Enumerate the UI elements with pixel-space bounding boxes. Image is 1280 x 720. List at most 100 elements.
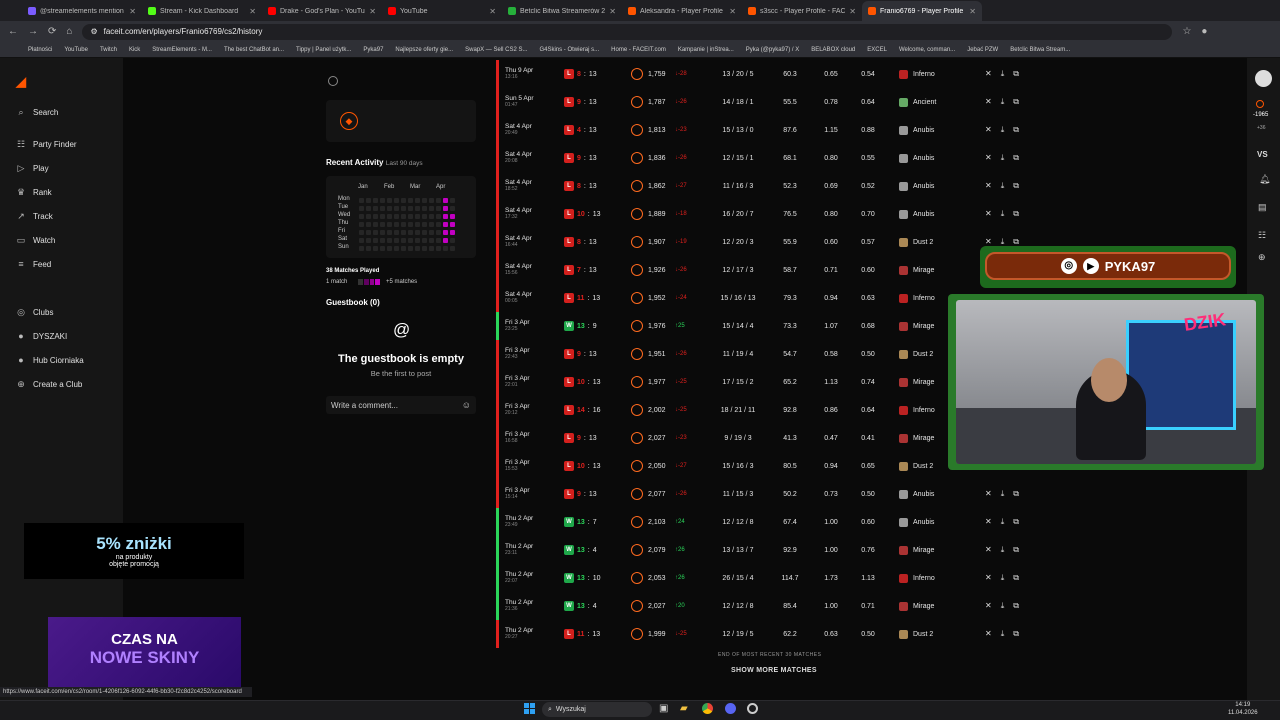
- browser-tab[interactable]: Franio6769 - Player Profile - FA ✕: [862, 1, 982, 21]
- chat-icon[interactable]: ▤: [1258, 202, 1267, 213]
- browser-tab[interactable]: Aleksandra - Player Profile - FA ✕: [622, 1, 742, 21]
- site-info-icon[interactable]: ⚙: [90, 27, 97, 36]
- table-row[interactable]: Sun 5 Apr 01:47 L 9:13 1,787 ↓-26 14 / 18 / 1 5…: [496, 88, 1042, 116]
- sidebar-item-feed[interactable]: ≡ Feed: [16, 259, 51, 269]
- close-icon[interactable]: ✕: [729, 7, 736, 16]
- download-icon[interactable]: ⤓: [1001, 545, 1005, 555]
- sidebar-item-create-club[interactable]: ⊕ Create a Club: [16, 379, 82, 389]
- profile-icon[interactable]: ●: [1201, 26, 1207, 37]
- external-link-icon[interactable]: ⧉: [1013, 517, 1019, 527]
- bookmark-item[interactable]: Pyka97: [363, 47, 383, 53]
- external-link-icon[interactable]: ⧉: [1013, 125, 1019, 135]
- sidebar-item-play[interactable]: ▷ Play: [16, 163, 49, 173]
- close-icon[interactable]: ✕: [985, 517, 992, 527]
- forward-icon[interactable]: →: [28, 26, 38, 37]
- table-row[interactable]: Thu 2 Apr 23:11 W 13:4 2,079 ↑26 13 / 13 / 7 92…: [496, 536, 1042, 564]
- url-field[interactable]: ⚙ faceit.com/en/players/Franio6769/cs2/hi…: [82, 23, 1173, 40]
- table-row[interactable]: Fri 3 Apr 15:14 L 9:13 2,077 ↓-26 11 / 15 / 3 5…: [496, 480, 1042, 508]
- sidebar-item-track[interactable]: ↗ Track: [16, 211, 52, 221]
- obs-icon[interactable]: [747, 703, 758, 714]
- download-icon[interactable]: ⤓: [1001, 209, 1005, 219]
- external-link-icon[interactable]: ⧉: [1013, 629, 1019, 639]
- download-icon[interactable]: ⤓: [1001, 153, 1005, 163]
- steam-icon[interactable]: [328, 76, 338, 86]
- browser-tab[interactable]: s3scc - Player Profile - FACEIT.c✕: [742, 1, 862, 21]
- download-icon[interactable]: ⤓: [1001, 97, 1005, 107]
- close-icon[interactable]: ✕: [969, 7, 976, 16]
- download-icon[interactable]: ⤓: [1001, 573, 1005, 583]
- close-icon[interactable]: ✕: [985, 209, 992, 219]
- download-icon[interactable]: ⤓: [1001, 489, 1005, 499]
- faceit-logo-icon[interactable]: ◢: [16, 74, 26, 90]
- external-link-icon[interactable]: ⧉: [1013, 601, 1019, 611]
- bookmark-item[interactable]: Kick: [129, 47, 140, 53]
- reload-icon[interactable]: ⟳: [48, 26, 56, 37]
- close-icon[interactable]: ✕: [985, 69, 992, 79]
- table-row[interactable]: Sat 4 Apr 15:56 L 7:13 1,926 ↓-26 12 / 17 / 3 5…: [496, 256, 1042, 284]
- close-icon[interactable]: ✕: [489, 7, 496, 16]
- comment-input[interactable]: Write a comment... ☺: [326, 396, 476, 414]
- external-link-icon[interactable]: ⧉: [1013, 69, 1019, 79]
- close-icon[interactable]: ✕: [609, 7, 616, 16]
- avatar[interactable]: [1255, 70, 1272, 87]
- table-row[interactable]: Sat 4 Apr 17:32 L 10:13 1,889 ↓-18 16 / 20 / 7…: [496, 200, 1042, 228]
- table-row[interactable]: Sat 4 Apr 20:08 L 9:13 1,836 ↓-26 12 / 15 / 1 6…: [496, 144, 1042, 172]
- external-link-icon[interactable]: ⧉: [1013, 489, 1019, 499]
- star-icon[interactable]: ☆: [1182, 26, 1191, 37]
- bookmark-item[interactable]: Betclic Bitwa Stream...: [1010, 47, 1070, 53]
- bookmark-item[interactable]: Welcome, comman...: [899, 47, 955, 53]
- external-link-icon[interactable]: ⧉: [1013, 153, 1019, 163]
- close-icon[interactable]: ✕: [985, 489, 992, 499]
- versus-label[interactable]: VS: [1257, 150, 1268, 159]
- external-link-icon[interactable]: ⧉: [1013, 181, 1019, 191]
- table-row[interactable]: Sat 4 Apr 20:49 L 4:13 1,813 ↓-23 15 / 13 / 0 8…: [496, 116, 1042, 144]
- table-row[interactable]: Sat 4 Apr 16:44 L 8:13 1,907 ↓-19 12 / 20 / 3 5…: [496, 228, 1042, 256]
- table-row[interactable]: Thu 9 Apr 13:16 L 8:13 1,759 ↓-28 13 / 20 / 5 6…: [496, 60, 1042, 88]
- chrome-icon[interactable]: [702, 703, 713, 714]
- download-icon[interactable]: ⤓: [1001, 69, 1005, 79]
- close-icon[interactable]: ✕: [985, 97, 992, 107]
- bookmark-item[interactable]: Jebać PZW: [967, 47, 998, 53]
- sidebar-item-search[interactable]: ⌕ Search: [16, 107, 58, 117]
- close-icon[interactable]: ✕: [849, 7, 856, 16]
- taskbar-search[interactable]: ⌕ Wyszukaj: [542, 702, 652, 717]
- close-icon[interactable]: ✕: [985, 573, 992, 583]
- download-icon[interactable]: ⤓: [1001, 181, 1005, 191]
- browser-tab[interactable]: @streamelements mention ✕: [22, 1, 142, 21]
- close-icon[interactable]: ✕: [985, 629, 992, 639]
- download-icon[interactable]: ⤓: [1001, 125, 1005, 135]
- browser-tab[interactable]: Betclic Bitwa Streamerów 2 - A✕: [502, 1, 622, 21]
- bookmark-item[interactable]: G4Skins - Otwieraj s...: [539, 47, 599, 53]
- back-icon[interactable]: ←: [8, 26, 18, 37]
- bookmark-item[interactable]: EXCEL: [867, 47, 887, 53]
- bookmark-item[interactable]: Kampanie | inStrea...: [678, 47, 734, 53]
- sidebar-item-dyszaki[interactable]: ● DYSZAKI: [16, 331, 67, 341]
- close-icon[interactable]: ✕: [369, 7, 376, 16]
- download-icon[interactable]: ⤓: [1001, 629, 1005, 639]
- bookmark-item[interactable]: YouTube: [64, 47, 88, 53]
- sidebar-item-rank[interactable]: ♛ Rank: [16, 187, 52, 197]
- external-link-icon[interactable]: ⧉: [1013, 545, 1019, 555]
- bookmark-item[interactable]: Najlepsze oferty gie...: [395, 47, 453, 53]
- friends-icon[interactable]: ☷: [1258, 230, 1266, 241]
- close-icon[interactable]: ✕: [985, 545, 992, 555]
- home-icon[interactable]: ⌂: [66, 26, 72, 37]
- bookmark-item[interactable]: Twitch: [100, 47, 117, 53]
- browser-tab[interactable]: Stream - Kick Dashboard ✕: [142, 1, 262, 21]
- download-icon[interactable]: ⤓: [1001, 517, 1005, 527]
- table-row[interactable]: Thu 2 Apr 23:49 W 13:7 2,103 ↑24 12 / 12 / 8 67…: [496, 508, 1042, 536]
- sidebar-item-watch[interactable]: ▭ Watch: [16, 235, 56, 245]
- close-icon[interactable]: ✕: [985, 125, 992, 135]
- bookmark-item[interactable]: StreamElements - M...: [152, 47, 212, 53]
- bell-icon[interactable]: 🔔︎: [1259, 174, 1270, 185]
- close-icon[interactable]: ✕: [249, 7, 256, 16]
- emoji-icon[interactable]: ☺: [462, 400, 471, 410]
- browser-tab[interactable]: Drake - God's Plan - YouTu ✕: [262, 1, 382, 21]
- sidebar-item-clubs[interactable]: ◎ Clubs: [16, 307, 53, 317]
- explorer-icon[interactable]: ▰: [680, 703, 688, 714]
- table-row[interactable]: Thu 2 Apr 22:07 W 13:10 2,053 ↑26 26 / 15 / 4 1…: [496, 564, 1042, 592]
- close-icon[interactable]: ✕: [985, 153, 992, 163]
- external-link-icon[interactable]: ⧉: [1013, 209, 1019, 219]
- close-icon[interactable]: ✕: [985, 181, 992, 191]
- windows-start-icon[interactable]: [524, 703, 535, 714]
